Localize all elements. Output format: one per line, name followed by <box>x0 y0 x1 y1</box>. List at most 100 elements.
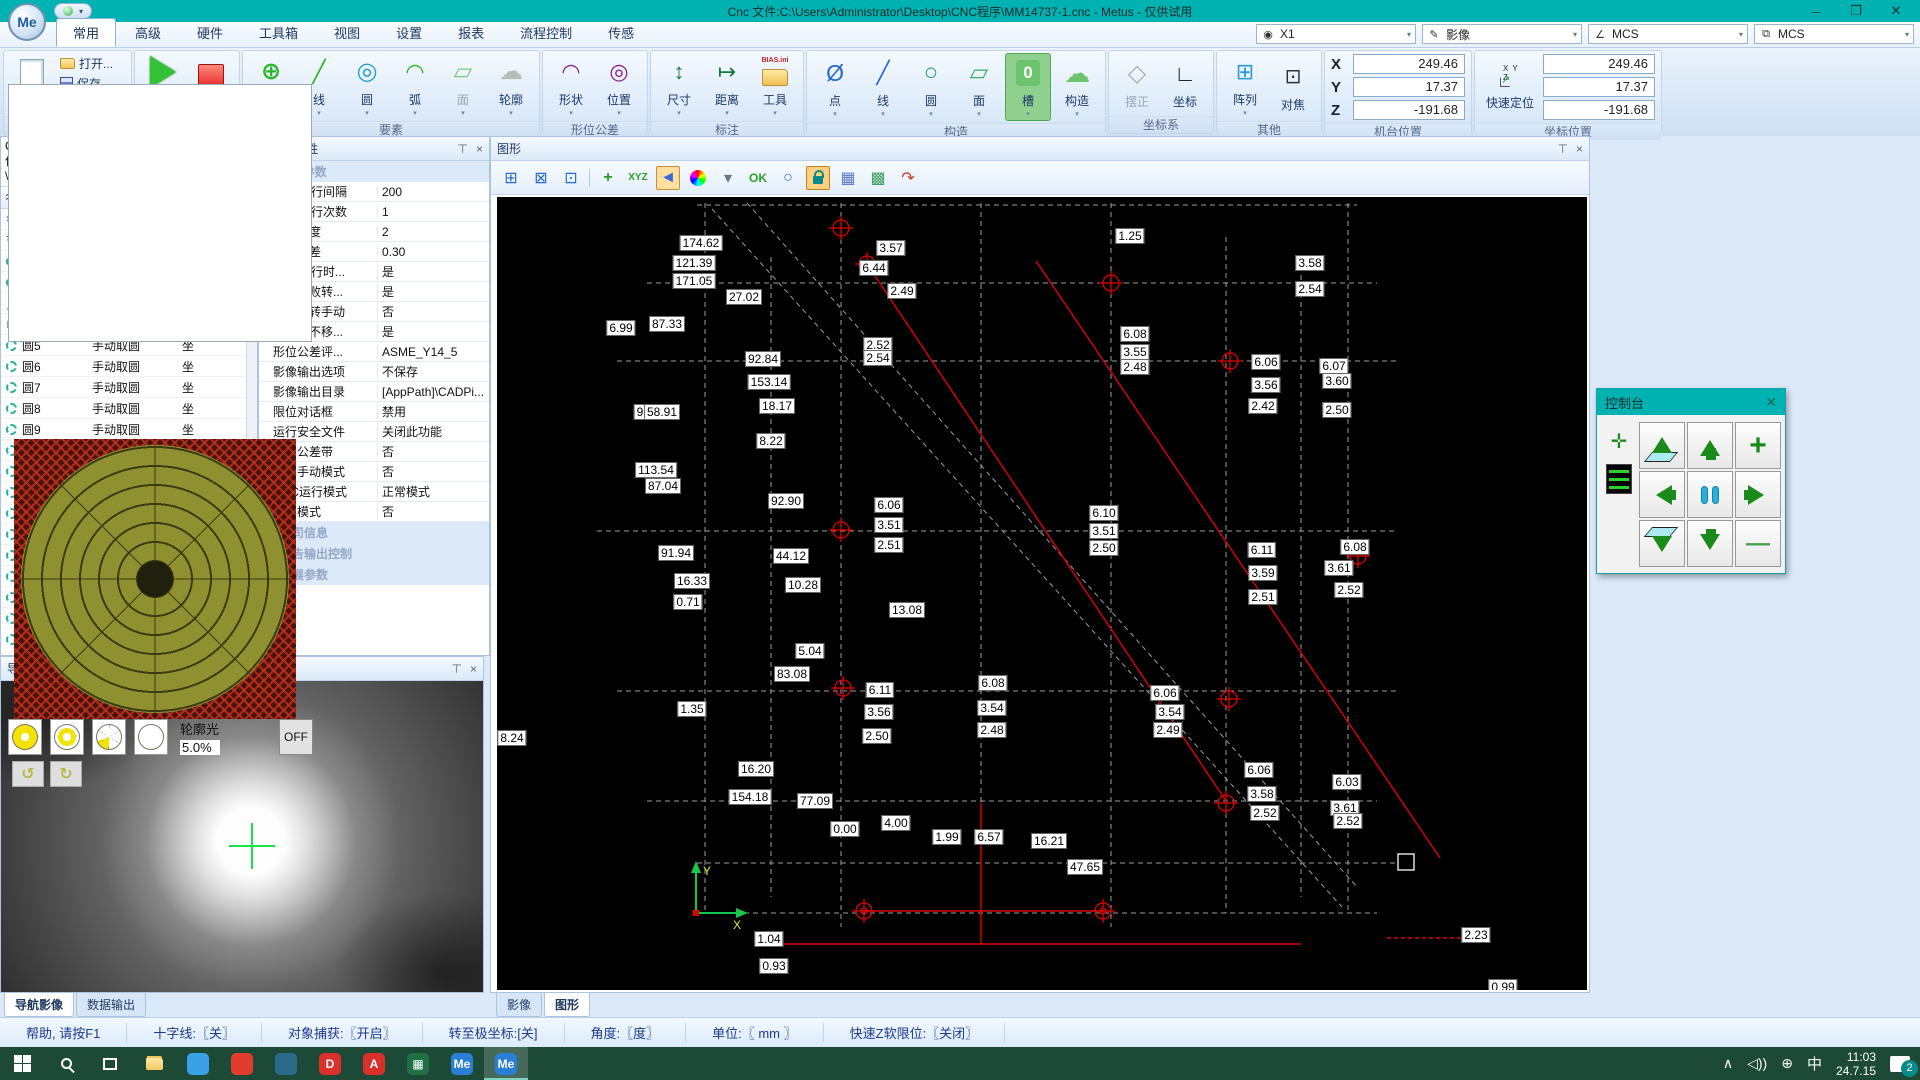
app-red-icon[interactable] <box>220 1047 264 1080</box>
tab-图形[interactable]: 图形 <box>544 993 590 1017</box>
tab-影像[interactable]: 影像 <box>496 993 542 1017</box>
ring-light-center[interactable] <box>137 561 173 597</box>
light-sector-button[interactable] <box>92 719 126 755</box>
close-panel-icon[interactable]: × <box>1576 142 1583 156</box>
构造-构造-button[interactable]: ☁构造▾ <box>1055 54 1099 120</box>
app-sheet-icon[interactable]: ▦ <box>396 1047 440 1080</box>
light-off-button[interactable]: OFF <box>279 719 313 755</box>
crosshair-icon[interactable]: + <box>596 166 620 190</box>
property-value[interactable]: ASME_Y14_5 <box>377 345 489 359</box>
close-panel-icon[interactable]: × <box>470 662 477 676</box>
app-a-icon[interactable]: A <box>352 1047 396 1080</box>
rotate-ccw-button[interactable]: ↺ <box>12 761 44 787</box>
metus-icon[interactable]: Me <box>440 1047 484 1080</box>
xyz-readout-icon[interactable] <box>1606 464 1632 494</box>
ime-indicator[interactable]: 中 <box>1807 1053 1822 1074</box>
lock-icon[interactable] <box>806 166 830 190</box>
volume-icon[interactable]: ◁)) <box>1747 1055 1767 1072</box>
property-value[interactable]: 是 <box>377 323 489 340</box>
tab-工具箱[interactable]: 工具箱 <box>242 18 315 47</box>
light-sector-multi-button[interactable] <box>134 719 168 755</box>
tab-高级[interactable]: 高级 <box>118 18 178 47</box>
jog-down-button[interactable] <box>1687 520 1733 567</box>
save-view-icon[interactable]: ▦ <box>836 166 860 190</box>
fit-view-icon[interactable]: ⊠ <box>529 166 553 190</box>
标注-距离-button[interactable]: ↦距离▾ <box>705 53 749 119</box>
tab-数据输出[interactable]: 数据输出 <box>76 993 146 1017</box>
property-value[interactable]: [AppPath]\CADPi... <box>377 385 489 399</box>
tab-常用[interactable]: 常用 <box>56 18 116 47</box>
close-panel-icon[interactable]: × <box>476 142 483 156</box>
其他-对焦-button[interactable]: ⊡对焦 <box>1271 58 1315 115</box>
tree-row-圆8[interactable]: 圆8手动取圆坐 <box>1 398 257 419</box>
zoom-window-icon[interactable]: ⊞ <box>499 166 523 190</box>
property-value[interactable]: 正常模式 <box>377 483 489 500</box>
explorer-icon[interactable] <box>132 1047 176 1080</box>
tab-流程控制[interactable]: 流程控制 <box>503 18 589 47</box>
tray-chevron-icon[interactable]: ∧ <box>1723 1055 1733 1072</box>
构造-点-button[interactable]: Ø点▾ <box>813 54 857 120</box>
close-icon[interactable]: ✕ <box>1765 394 1777 411</box>
pin-icon[interactable]: ⊤ <box>458 142 468 156</box>
jog-right-button[interactable] <box>1735 471 1781 518</box>
ring-light-diagram[interactable] <box>21 445 289 713</box>
tab-报表[interactable]: 报表 <box>441 18 501 47</box>
property-value[interactable]: 200 <box>377 185 489 199</box>
light-target-control[interactable] <box>14 439 296 719</box>
构造-圆-button[interactable]: ○圆▾ <box>909 54 953 120</box>
maximize-button[interactable]: ❐ <box>1836 0 1876 22</box>
app-browser-icon[interactable] <box>176 1047 220 1080</box>
select-cursor-icon[interactable]: ◄ <box>656 166 680 190</box>
property-value[interactable]: 0.30 <box>377 245 489 259</box>
network-icon[interactable]: ⊕ <box>1781 1055 1793 1072</box>
property-value[interactable]: 禁用 <box>377 403 489 420</box>
tree-row-圆6[interactable]: 圆6手动取圆坐 <box>1 356 257 377</box>
scene-icon[interactable]: ▩ <box>866 166 890 190</box>
property-value[interactable]: 是 <box>377 283 489 300</box>
metus-icon-active[interactable]: Me <box>484 1047 528 1080</box>
要素-轮廓-button[interactable]: ☁轮廓▾ <box>489 53 533 119</box>
xyz-icon[interactable]: XYZ <box>626 166 650 190</box>
要素-圆-button[interactable]: ◎圆▾ <box>345 53 389 119</box>
task-view-button[interactable] <box>88 1047 132 1080</box>
要素-弧-button[interactable]: ◠弧▾ <box>393 53 437 119</box>
quick-access-toolbar[interactable]: ▾ <box>54 3 92 19</box>
selector-mcs-2[interactable]: ∠MCS▾ <box>1588 24 1748 44</box>
标注-尺寸-button[interactable]: ↕尺寸▾ <box>657 53 701 119</box>
jog-up-button[interactable] <box>1687 422 1733 469</box>
pin-icon[interactable]: ⊤ <box>1558 142 1568 156</box>
clock[interactable]: 11:0324.7.15 <box>1836 1050 1876 1078</box>
rotate-cw-button[interactable]: ↻ <box>50 761 82 787</box>
cad-canvas[interactable]: Y X 174.62121.39171.053.576.442.4927.021… <box>497 197 1587 990</box>
property-value[interactable]: 1 <box>377 205 489 219</box>
app-d-icon[interactable]: D <box>308 1047 352 1080</box>
ok-icon[interactable]: OK <box>746 166 770 190</box>
property-value[interactable]: 否 <box>377 303 489 320</box>
property-value[interactable]: 不保存 <box>377 363 489 380</box>
quick-position-button[interactable]: X Y Z∟↗快速定位 <box>1481 62 1539 113</box>
property-value[interactable]: 否 <box>377 443 489 460</box>
property-value[interactable]: 否 <box>377 503 489 520</box>
property-value[interactable]: 2 <box>377 225 489 239</box>
构造-线-button[interactable]: ╱线▾ <box>861 54 905 120</box>
jog-plus-button[interactable]: + <box>1735 422 1781 469</box>
circle-select-icon[interactable]: ○ <box>776 166 800 190</box>
构造-槽-button[interactable]: 0槽▾ <box>1005 53 1051 121</box>
构造-面-button[interactable]: ▱面▾ <box>957 54 1001 120</box>
light-ring-inner-button[interactable] <box>50 719 84 755</box>
selector-mcs-3[interactable]: ⧉MCS▾ <box>1754 24 1914 44</box>
app-menu-button[interactable]: Me <box>8 3 46 41</box>
jog-z-down-button[interactable] <box>1639 520 1685 567</box>
property-value[interactable]: 关闭此功能 <box>377 423 489 440</box>
minimize-button[interactable]: – <box>1796 0 1836 22</box>
形位公差-位置-button[interactable]: ◎位置▾ <box>597 53 641 119</box>
标注-工具-button[interactable]: BIAS.ini工具▾ <box>753 53 797 119</box>
selector-x1-0[interactable]: ◉X1▾ <box>1256 24 1416 44</box>
tab-设置[interactable]: 设置 <box>379 18 439 47</box>
search-button[interactable] <box>44 1047 88 1080</box>
close-button[interactable]: ✕ <box>1876 0 1916 22</box>
jog-cross-icon[interactable]: ✛ <box>1611 429 1628 454</box>
坐标系-坐标-button[interactable]: ∟坐标 <box>1163 55 1207 112</box>
tab-硬件[interactable]: 硬件 <box>180 18 240 47</box>
pin-icon[interactable]: ⊤ <box>452 662 462 676</box>
